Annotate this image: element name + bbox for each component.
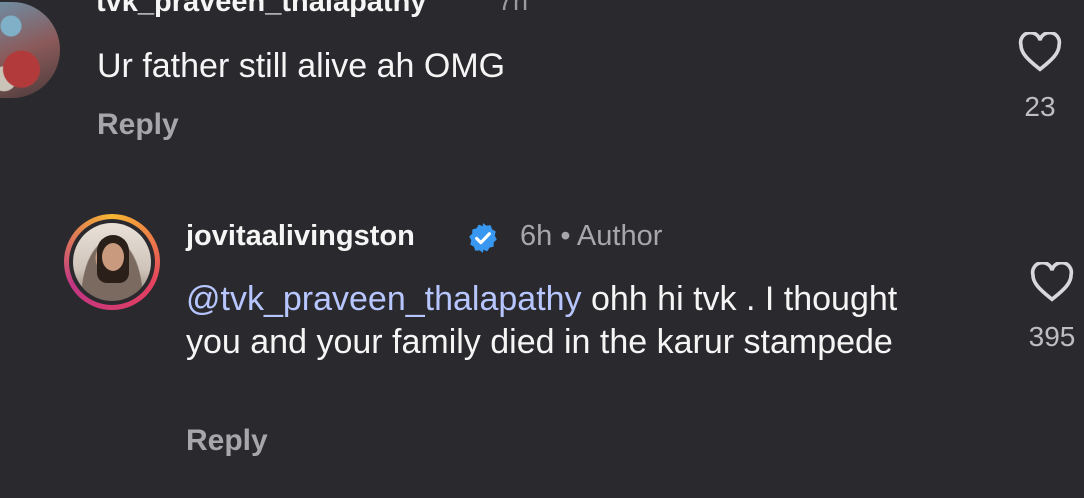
like-count: 23 <box>1024 91 1056 122</box>
heart-outline-icon <box>1018 30 1062 72</box>
avatar[interactable] <box>64 214 160 310</box>
reply-button[interactable]: Reply <box>97 108 179 142</box>
verified-badge-icon <box>469 223 497 253</box>
comment-timestamp: 7h <box>498 0 529 16</box>
comment-text: @tvk_praveen_thalapathy ohh hi tvk . I t… <box>186 278 926 364</box>
mention-link[interactable]: @tvk_praveen_thalapathy <box>186 280 582 318</box>
like-button[interactable]: 395 <box>1022 260 1082 353</box>
like-button[interactable]: 23 <box>1010 30 1070 123</box>
comment-text: Ur father still alive ah OMG <box>97 47 506 85</box>
like-count: 395 <box>1028 321 1076 352</box>
comment-username[interactable]: tvk_praveen_thalapathy <box>96 0 426 19</box>
comment-meta: 6h • Author <box>520 220 663 252</box>
heart-outline-icon <box>1030 260 1074 302</box>
comment-username[interactable]: jovitaalivingston <box>186 220 415 253</box>
reply-button[interactable]: Reply <box>186 424 268 458</box>
avatar[interactable] <box>0 2 60 98</box>
